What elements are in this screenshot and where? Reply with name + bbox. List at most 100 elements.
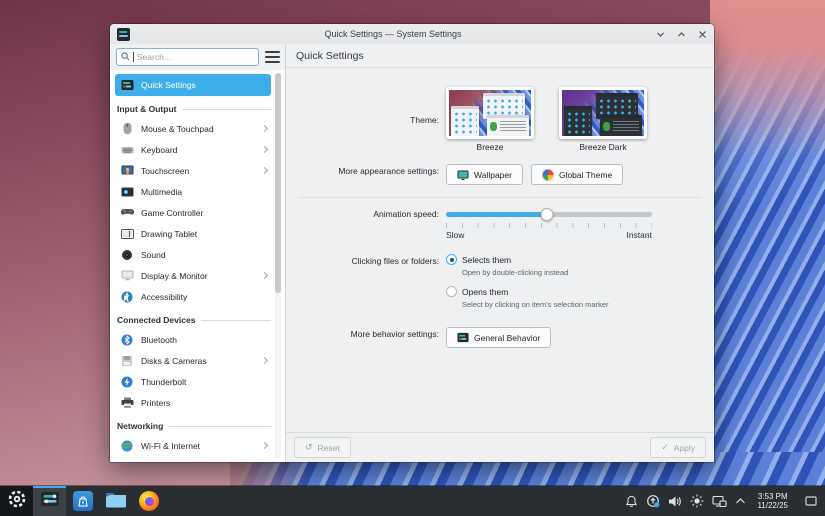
chevron-right-icon bbox=[261, 272, 268, 279]
maximize-button[interactable] bbox=[677, 30, 686, 39]
general-behavior-button[interactable]: General Behavior bbox=[446, 327, 551, 348]
taskbar: 3:53 PM 11/22/25 bbox=[0, 486, 825, 516]
notifications-icon[interactable] bbox=[625, 495, 638, 508]
radio-button-checked[interactable] bbox=[446, 254, 457, 265]
theme-name: Breeze Dark bbox=[579, 142, 626, 152]
titlebar[interactable]: Quick Settings — System Settings bbox=[110, 24, 714, 44]
undo-icon: ↺ bbox=[305, 442, 313, 453]
show-desktop-button[interactable] bbox=[803, 496, 819, 506]
display-tray-icon[interactable] bbox=[712, 495, 727, 508]
updates-icon[interactable] bbox=[646, 494, 660, 508]
search-field[interactable] bbox=[116, 48, 259, 66]
global-theme-button[interactable]: Global Theme bbox=[531, 164, 623, 185]
radio-button-unchecked[interactable] bbox=[446, 286, 457, 297]
global-theme-icon bbox=[542, 169, 554, 181]
section-header-input-output: Input & Output bbox=[117, 104, 271, 114]
minimize-button[interactable] bbox=[656, 30, 665, 39]
accessibility-icon bbox=[120, 290, 134, 304]
sidebar-item-accessibility[interactable]: Accessibility bbox=[115, 286, 271, 307]
theme-option-breeze[interactable]: Breeze bbox=[446, 87, 534, 152]
wallpaper-button[interactable]: Wallpaper bbox=[446, 164, 523, 185]
sound-icon bbox=[120, 248, 134, 262]
quick-settings-icon bbox=[120, 78, 134, 92]
search-input[interactable] bbox=[137, 52, 254, 62]
settings-form: Theme: Breeze bbox=[286, 68, 714, 432]
taskbar-system-settings[interactable] bbox=[33, 486, 66, 516]
sidebar-item-bluetooth[interactable]: Bluetooth bbox=[115, 329, 271, 350]
keyboard-icon bbox=[120, 143, 134, 157]
separator bbox=[298, 197, 702, 198]
sidebar-item-wifi-internet[interactable]: Wi-Fi & Internet bbox=[115, 435, 271, 456]
slider-handle[interactable] bbox=[540, 208, 553, 221]
chevron-right-icon bbox=[261, 442, 268, 449]
main-panel: Quick Settings Theme: bbox=[286, 44, 714, 462]
theme-option-breeze-dark[interactable]: Breeze Dark bbox=[559, 87, 647, 152]
touchscreen-icon bbox=[120, 164, 134, 178]
sidebar-item-multimedia[interactable]: Multimedia bbox=[115, 181, 271, 202]
volume-icon[interactable] bbox=[668, 495, 682, 508]
scrollbar-thumb[interactable] bbox=[275, 73, 281, 293]
folder-icon bbox=[105, 490, 127, 513]
sidebar-item-thunderbolt[interactable]: Thunderbolt bbox=[115, 371, 271, 392]
taskbar-discover[interactable] bbox=[66, 486, 99, 516]
animation-speed-slider[interactable] bbox=[446, 208, 652, 221]
theme-name: Breeze bbox=[477, 142, 504, 152]
multimedia-icon bbox=[120, 185, 134, 199]
sidebar-item-touchscreen[interactable]: Touchscreen bbox=[115, 160, 271, 181]
clock-time: 3:53 PM bbox=[757, 492, 788, 501]
sidebar: Quick Settings Input & Output Mouse & To… bbox=[110, 44, 286, 462]
printers-icon bbox=[120, 396, 134, 410]
sidebar-item-game-controller[interactable]: Game Controller bbox=[115, 202, 271, 223]
system-settings-icon bbox=[117, 28, 130, 41]
sidebar-item-mouse-touchpad[interactable]: Mouse & Touchpad bbox=[115, 118, 271, 139]
behavior-label: More behavior settings: bbox=[286, 327, 446, 339]
section-header-networking: Networking bbox=[117, 421, 271, 431]
slider-ticks bbox=[446, 223, 652, 228]
chevron-right-icon bbox=[261, 167, 268, 174]
kde-launcher-icon bbox=[7, 489, 27, 514]
mouse-icon bbox=[120, 122, 134, 136]
clock-date: 11/22/25 bbox=[757, 501, 788, 510]
apply-button[interactable]: ✓ Apply bbox=[650, 437, 706, 458]
app-launcher-button[interactable] bbox=[0, 486, 33, 516]
clock[interactable]: 3:53 PM 11/22/25 bbox=[754, 492, 791, 510]
radio-selects-them-description: Open by double-clicking instead bbox=[462, 268, 609, 277]
sidebar-scrollbar[interactable] bbox=[275, 73, 281, 459]
sidebar-item-sound[interactable]: Sound bbox=[115, 244, 271, 265]
chevron-right-icon bbox=[261, 357, 268, 364]
text-caret bbox=[133, 52, 134, 62]
reset-button[interactable]: ↺ Reset bbox=[294, 437, 351, 458]
footer-bar: ↺ Reset ✓ Apply bbox=[286, 432, 714, 462]
check-icon: ✓ bbox=[661, 442, 669, 453]
sidebar-item-display-monitor[interactable]: Display & Monitor bbox=[115, 265, 271, 286]
chevron-right-icon bbox=[261, 146, 268, 153]
radio-selects-them[interactable]: Selects them bbox=[446, 254, 609, 265]
thunderbolt-icon bbox=[120, 375, 134, 389]
radio-opens-them[interactable]: Opens them bbox=[446, 286, 609, 297]
page-title: Quick Settings bbox=[286, 44, 714, 68]
radio-opens-them-description: Select by clicking on item's selection m… bbox=[462, 300, 609, 309]
clicking-label: Clicking files or folders: bbox=[286, 254, 446, 266]
sidebar-item-drawing-tablet[interactable]: Drawing Tablet bbox=[115, 223, 271, 244]
animation-speed-label: Animation speed: bbox=[286, 208, 446, 219]
system-settings-task-icon bbox=[40, 489, 60, 514]
taskbar-firefox[interactable] bbox=[132, 486, 165, 516]
close-button[interactable] bbox=[698, 30, 707, 39]
wifi-internet-icon bbox=[120, 439, 134, 453]
slider-fill bbox=[446, 212, 547, 217]
brightness-icon[interactable] bbox=[690, 494, 704, 508]
discover-icon bbox=[73, 491, 93, 511]
menu-icon[interactable] bbox=[265, 51, 280, 63]
breeze-dark-preview-image bbox=[559, 87, 647, 139]
sidebar-item-keyboard[interactable]: Keyboard bbox=[115, 139, 271, 160]
section-header-connected-devices: Connected Devices bbox=[117, 315, 271, 325]
wallpaper-blue-coil bbox=[710, 0, 825, 460]
sidebar-item-quick-settings[interactable]: Quick Settings bbox=[115, 74, 271, 96]
sidebar-item-disks-cameras[interactable]: Disks & Cameras bbox=[115, 350, 271, 371]
breeze-preview-image bbox=[446, 87, 534, 139]
taskbar-file-manager[interactable] bbox=[99, 486, 132, 516]
window-title: Quick Settings — System Settings bbox=[130, 29, 656, 39]
sidebar-item-printers[interactable]: Printers bbox=[115, 392, 271, 413]
sidebar-item-label: Quick Settings bbox=[141, 80, 196, 90]
expand-tray-icon[interactable] bbox=[735, 497, 746, 505]
